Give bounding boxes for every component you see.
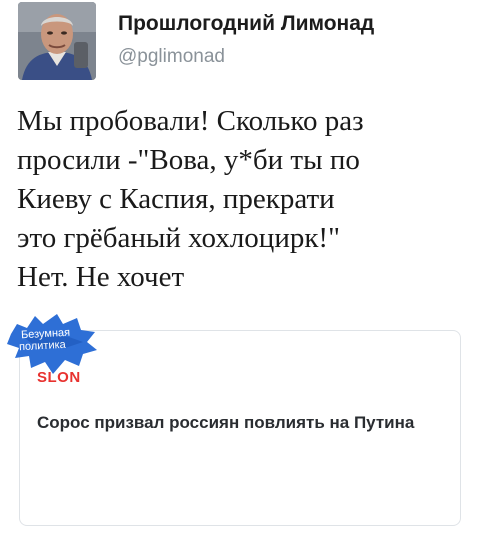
tweet-text-line: Киеву с Каспия, прекрати [17,183,335,215]
watermark-logo: Безумная политика [3,304,103,378]
tweet-text-line: просили -"Вова, у*би ты по [17,144,360,176]
tweet-text-line: это грёбаный хохлоцирк!" [17,222,340,254]
avatar-photo-icon [18,2,96,80]
tweet: Прошлогодний Лимонад @pglimonad Мы пробо… [0,0,480,544]
watermark-text-line2: политика [18,338,67,354]
tweet-text: Мы пробовали! Сколько раз просили -"Вова… [17,102,467,297]
card-headline[interactable]: Сорос призвал россиян повлиять на Путина [37,411,437,435]
author-handle[interactable]: @pglimonad [118,46,225,68]
tweet-text-line: Мы пробовали! Сколько раз [17,105,364,137]
avatar[interactable] [18,2,96,80]
author-name[interactable]: Прошлогодний Лимонад [118,12,374,36]
tweet-text-line: Нет. Не хочет [17,261,185,293]
